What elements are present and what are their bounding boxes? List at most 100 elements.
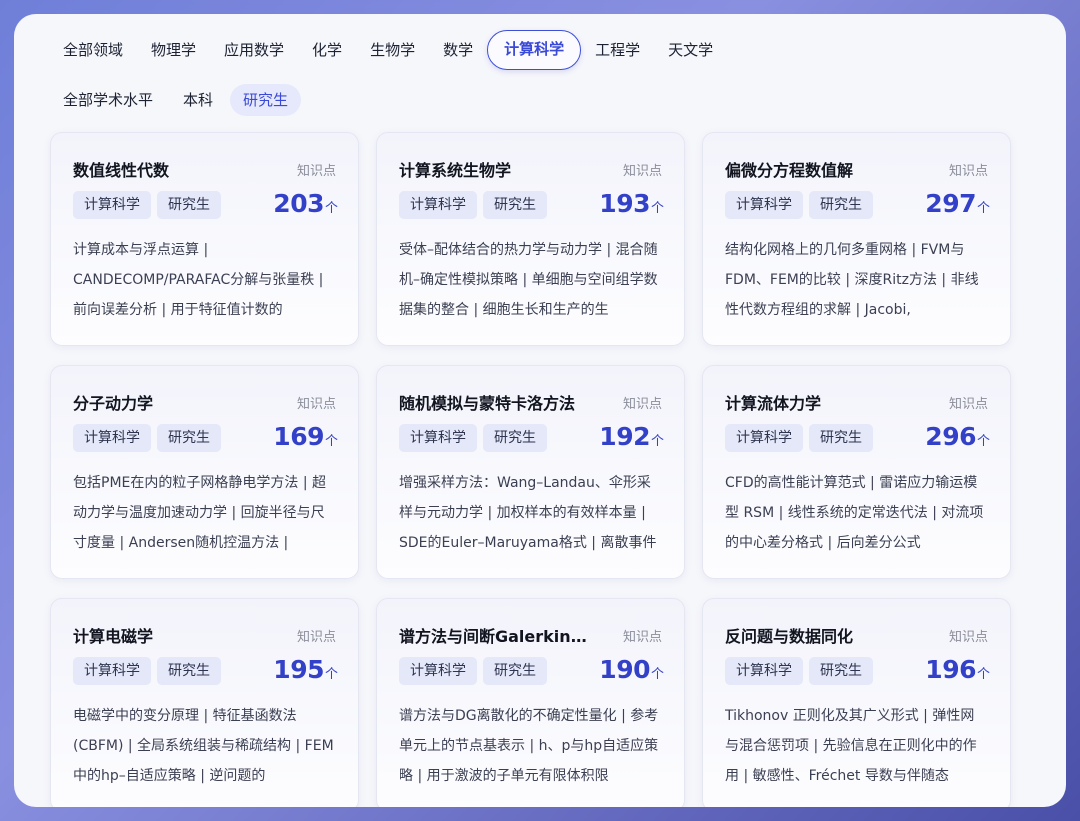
- count-number: 169: [273, 422, 324, 451]
- knowledge-points-label: 知识点: [948, 630, 988, 645]
- tab-field[interactable]: 生物学: [356, 30, 429, 70]
- field-tag: 计算科学: [725, 657, 803, 685]
- tab-field[interactable]: 全部领域: [50, 30, 137, 70]
- knowledge-points-label: 知识点: [622, 397, 662, 412]
- course-description: 谱方法与DG离散化的不确定性量化 | 参考单元上的节点基表示 | h、p与hp自…: [399, 708, 659, 784]
- knowledge-count: 297 个: [925, 189, 990, 218]
- course-card[interactable]: 计算电磁学 知识点 计算科学 研究生 195 个 电磁学中的变分原理 | 特征基…: [50, 598, 359, 807]
- count-number: 297: [925, 189, 976, 218]
- count-unit: 个: [650, 667, 664, 682]
- tab-field[interactable]: 物理学: [137, 30, 210, 70]
- course-description: Tikhonov 正则化及其广义形式 | 弹性网与混合惩罚项 | 先验信息在正则…: [725, 708, 977, 784]
- count-unit: 个: [324, 201, 338, 216]
- level-tag: 研究生: [483, 657, 547, 685]
- level-tag: 研究生: [483, 424, 547, 452]
- count-unit: 个: [324, 434, 338, 449]
- knowledge-count: 195 个: [273, 655, 338, 684]
- course-card[interactable]: 反问题与数据同化 知识点 计算科学 研究生 196 个 Tikhonov 正则化…: [702, 598, 1011, 807]
- course-card[interactable]: 数值线性代数 知识点 计算科学 研究生 203 个 计算成本与浮点运算 | CA…: [50, 132, 359, 346]
- tag-list: 计算科学 研究生: [725, 424, 879, 452]
- course-title: 随机模拟与蒙特卡洛方法: [399, 394, 576, 413]
- course-title: 计算电磁学: [73, 627, 154, 646]
- level-tag: 研究生: [157, 191, 221, 219]
- tag-list: 计算科学 研究生: [399, 424, 553, 452]
- level-tag: 研究生: [809, 424, 873, 452]
- course-title: 分子动力学: [73, 394, 154, 413]
- count-number: 203: [273, 189, 324, 218]
- tag-list: 计算科学 研究生: [399, 657, 553, 685]
- app-window: 全部领域 物理学 应用数学 化学 生物学 数学 计算科学 工程学 天文学 全部学…: [14, 14, 1066, 807]
- tab-field-active[interactable]: 计算科学: [487, 30, 582, 70]
- course-description: 电磁学中的变分原理 | 特征基函数法 (CBFM) | 全局系统组装与稀疏结构 …: [73, 708, 334, 784]
- tab-field[interactable]: 天文学: [654, 30, 727, 70]
- course-card[interactable]: 计算系统生物学 知识点 计算科学 研究生 193 个 受体–配体结合的热力学与动…: [376, 132, 685, 346]
- knowledge-points-label: 知识点: [948, 397, 988, 412]
- level-filters: 全部学术水平 本科 研究生: [50, 84, 305, 116]
- course-card[interactable]: 随机模拟与蒙特卡洛方法 知识点 计算科学 研究生 192 个 增强采样方法：Wa…: [376, 365, 685, 579]
- count-unit: 个: [650, 201, 664, 216]
- course-title: 计算流体力学: [725, 394, 822, 413]
- knowledge-count: 169 个: [273, 422, 338, 451]
- field-tag: 计算科学: [399, 657, 477, 685]
- course-description: 增强采样方法：Wang–Landau、伞形采样与元动力学 | 加权样本的有效样本…: [399, 475, 657, 551]
- knowledge-points-label: 知识点: [622, 164, 662, 179]
- course-title: 反问题与数据同化: [725, 627, 854, 646]
- tab-field[interactable]: 化学: [298, 30, 356, 70]
- tag-list: 计算科学 研究生: [73, 191, 227, 219]
- knowledge-count: 192 个: [599, 422, 664, 451]
- course-card[interactable]: 谱方法与间断Galerkin方法 知识点 计算科学 研究生 190 个 谱方法与…: [376, 598, 685, 807]
- knowledge-points-label: 知识点: [296, 164, 336, 179]
- knowledge-count: 203 个: [273, 189, 338, 218]
- level-tag: 研究生: [157, 424, 221, 452]
- count-unit: 个: [324, 667, 338, 682]
- course-grid: 数值线性代数 知识点 计算科学 研究生 203 个 计算成本与浮点运算 | CA…: [50, 132, 1011, 807]
- count-number: 192: [599, 422, 650, 451]
- level-tag: 研究生: [809, 657, 873, 685]
- field-tag: 计算科学: [725, 424, 803, 452]
- course-card[interactable]: 分子动力学 知识点 计算科学 研究生 169 个 包括PME在内的粒子网格静电学…: [50, 365, 359, 579]
- tag-list: 计算科学 研究生: [399, 191, 553, 219]
- tag-list: 计算科学 研究生: [73, 657, 227, 685]
- course-title: 数值线性代数: [73, 161, 170, 180]
- level-tag: 研究生: [809, 191, 873, 219]
- count-unit: 个: [976, 434, 990, 449]
- course-title: 计算系统生物学: [399, 161, 512, 180]
- count-number: 195: [273, 655, 324, 684]
- course-card[interactable]: 计算流体力学 知识点 计算科学 研究生 296 个 CFD的高性能计算范式 | …: [702, 365, 1011, 579]
- level-tag: 研究生: [157, 657, 221, 685]
- level-tag: 研究生: [483, 191, 547, 219]
- count-unit: 个: [976, 667, 990, 682]
- knowledge-points-label: 知识点: [296, 397, 336, 412]
- level-filter[interactable]: 全部学术水平: [50, 84, 166, 116]
- knowledge-points-label: 知识点: [622, 630, 662, 645]
- course-description: CFD的高性能计算范式 | 雷诺应力输运模型 RSM | 线性系统的定常迭代法 …: [725, 475, 984, 551]
- course-description: 受体–配体结合的热力学与动力学 | 混合随机–确定性模拟策略 | 单细胞与空间组…: [399, 242, 658, 318]
- field-tabs: 全部领域 物理学 应用数学 化学 生物学 数学 计算科学 工程学 天文学: [50, 30, 727, 70]
- course-card[interactable]: 偏微分方程数值解 知识点 计算科学 研究生 297 个 结构化网格上的几何多重网…: [702, 132, 1011, 346]
- field-tag: 计算科学: [73, 191, 151, 219]
- count-number: 193: [599, 189, 650, 218]
- knowledge-count: 296 个: [925, 422, 990, 451]
- level-filter[interactable]: 本科: [170, 84, 226, 116]
- knowledge-points-label: 知识点: [296, 630, 336, 645]
- course-description: 计算成本与浮点运算 | CANDECOMP/PARAFAC分解与张量秩 | 前向…: [73, 242, 324, 318]
- count-number: 196: [925, 655, 976, 684]
- field-tag: 计算科学: [399, 424, 477, 452]
- knowledge-count: 190 个: [599, 655, 664, 684]
- level-filter-active[interactable]: 研究生: [230, 84, 302, 116]
- tab-field[interactable]: 应用数学: [210, 30, 298, 70]
- field-tag: 计算科学: [73, 424, 151, 452]
- field-tag: 计算科学: [73, 657, 151, 685]
- count-number: 190: [599, 655, 650, 684]
- course-title: 偏微分方程数值解: [725, 161, 854, 180]
- tab-field[interactable]: 工程学: [581, 30, 654, 70]
- count-number: 296: [925, 422, 976, 451]
- course-description: 包括PME在内的粒子网格静电学方法 | 超动力学与温度加速动力学 | 回旋半径与…: [73, 475, 326, 551]
- tag-list: 计算科学 研究生: [73, 424, 227, 452]
- knowledge-count: 196 个: [925, 655, 990, 684]
- tag-list: 计算科学 研究生: [725, 657, 879, 685]
- count-unit: 个: [976, 201, 990, 216]
- tab-field[interactable]: 数学: [429, 30, 487, 70]
- field-tag: 计算科学: [399, 191, 477, 219]
- count-unit: 个: [650, 434, 664, 449]
